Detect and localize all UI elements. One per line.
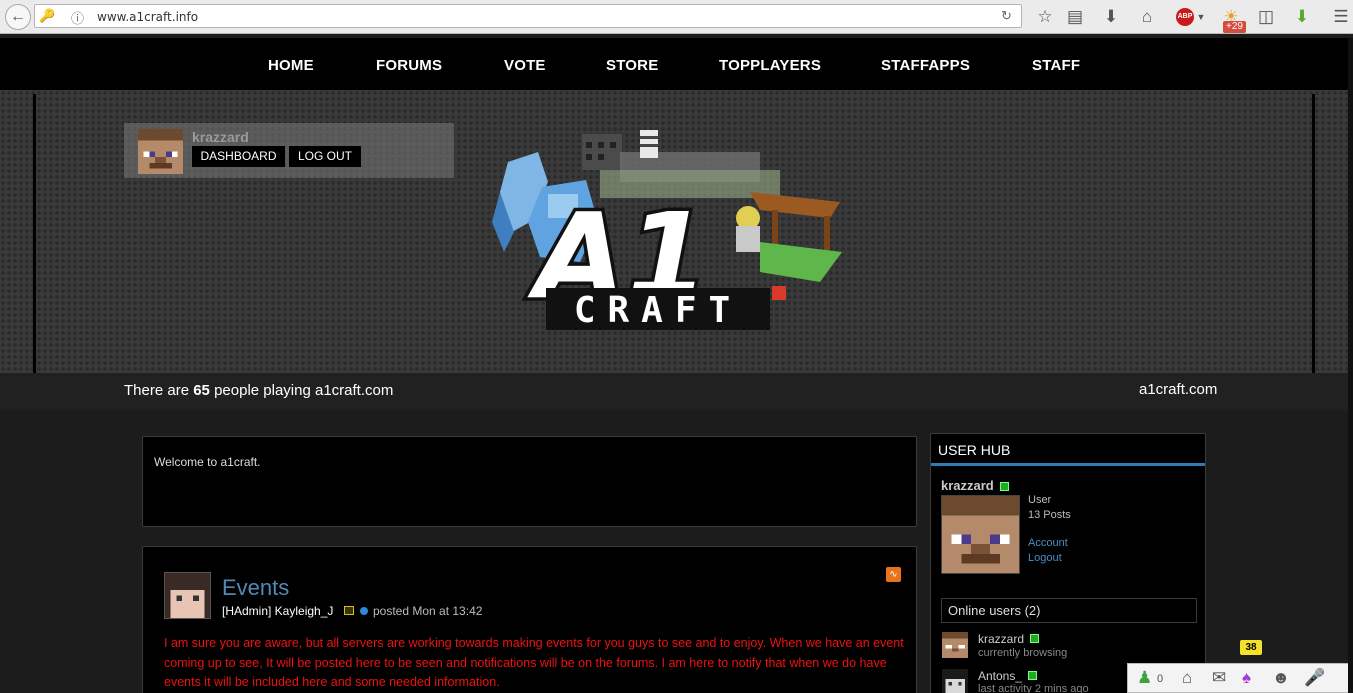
key-icon[interactable]: 🔑: [39, 8, 55, 24]
nav-topplayers[interactable]: TOPPLAYERS: [719, 57, 821, 74]
author-avatar[interactable]: [164, 572, 211, 619]
friends-icon[interactable]: ♟: [1137, 668, 1152, 688]
players-prefix: There are: [124, 382, 190, 399]
back-button[interactable]: ←: [5, 4, 31, 30]
group-icon[interactable]: ☻: [1272, 668, 1290, 688]
online-user-avatar[interactable]: [942, 669, 968, 693]
a1craft-logo: A1 CRAFT: [492, 130, 842, 331]
address-bar[interactable]: 🔑 ⓘ www.a1craft.info ↻: [34, 4, 1022, 28]
user-hub-divider: [931, 463, 1205, 466]
post-author[interactable]: [HAdmin] Kayleigh_J: [222, 604, 333, 618]
post-title[interactable]: Events: [222, 575, 289, 601]
home-icon[interactable]: ⌂: [1136, 6, 1158, 28]
friends-count: 0: [1157, 673, 1164, 685]
post-body: I am sure you are aware, but all servers…: [164, 636, 904, 689]
notification-count-badge: 38: [1240, 640, 1262, 655]
online-status-icon: [1028, 671, 1037, 680]
bookmark-star-icon[interactable]: ☆: [1034, 6, 1056, 28]
bell-icon[interactable]: ♠: [1242, 668, 1251, 688]
players-online-text: There are 65 people playing a1craft.com: [124, 382, 393, 399]
site-nav: HOME FORUMS VOTE STORE TOPPLAYERS STAFFA…: [0, 38, 1353, 90]
url-text[interactable]: www.a1craft.info: [97, 10, 198, 24]
dashboard-button[interactable]: DASHBOARD: [192, 146, 285, 167]
dropdown-arrow-icon[interactable]: ▼: [1190, 6, 1212, 28]
info-icon[interactable]: ⓘ: [71, 8, 84, 27]
page-scrollbar[interactable]: [1348, 38, 1353, 693]
online-status-icon: [1030, 634, 1039, 643]
user-panel-username: krazzard: [192, 129, 249, 145]
reload-icon[interactable]: ↻: [1001, 8, 1012, 24]
reading-list-icon[interactable]: ▤: [1064, 6, 1086, 28]
welcome-panel: [142, 436, 917, 527]
online-user-name[interactable]: Antons_: [978, 669, 1022, 683]
hub-account-link[interactable]: Account: [1028, 537, 1068, 549]
hub-avatar[interactable]: [941, 495, 1020, 574]
user-hub-title: USER HUB: [938, 442, 1011, 458]
hub-logout-link[interactable]: Logout: [1028, 552, 1062, 564]
author-mod-icon: [344, 606, 354, 615]
nav-home[interactable]: HOME: [268, 57, 314, 74]
online-status-icon: [1000, 482, 1009, 491]
rss-icon[interactable]: ∿: [886, 567, 901, 582]
hub-username[interactable]: krazzard: [941, 478, 994, 493]
svg-text:CRAFT: CRAFT: [574, 290, 742, 331]
green-download-icon[interactable]: ⬇: [1291, 6, 1313, 28]
nav-store[interactable]: STORE: [606, 57, 658, 74]
hub-role: User: [1028, 494, 1052, 506]
nav-vote[interactable]: VOTE: [504, 57, 546, 74]
weather-badge: +29: [1223, 21, 1246, 33]
home-icon[interactable]: ⌂: [1182, 668, 1192, 688]
nav-forums[interactable]: FORUMS: [376, 57, 442, 74]
banner-left-border: [33, 94, 36, 373]
author-status-icon: [360, 607, 368, 615]
shield-icon[interactable]: ◫: [1255, 6, 1277, 28]
post-timestamp: posted Mon at 13:42: [373, 604, 483, 618]
online-user-avatar[interactable]: [942, 632, 968, 658]
online-users-title: Online users (2): [948, 603, 1041, 618]
mail-icon[interactable]: ✉: [1212, 668, 1226, 688]
nav-staffapps[interactable]: STAFFAPPS: [881, 57, 970, 74]
server-address[interactable]: a1craft.com: [1139, 381, 1217, 398]
online-user-status: currently browsing: [978, 647, 1068, 659]
browser-toolbar: ← 🔑 ⓘ www.a1craft.info ↻ ☆ ▤ ⬇ ⌂ ABP ▼ ☀…: [0, 0, 1353, 34]
players-count: 65: [193, 382, 210, 399]
nav-staff[interactable]: STAFF: [1032, 57, 1080, 74]
download-icon[interactable]: ⬇: [1100, 6, 1122, 28]
online-user-name[interactable]: krazzard: [978, 632, 1024, 646]
microphone-icon[interactable]: 🎤: [1304, 668, 1325, 688]
online-user-status: last activity 2 mins ago: [978, 683, 1089, 693]
hub-post-count: 13 Posts: [1028, 509, 1071, 521]
players-suffix: people playing a1craft.com: [214, 382, 394, 399]
banner-right-border: [1312, 94, 1315, 373]
welcome-text: Welcome to a1craft.: [154, 455, 261, 469]
logout-button[interactable]: LOG OUT: [289, 146, 361, 167]
user-avatar[interactable]: [138, 129, 183, 174]
menu-icon[interactable]: ☰: [1330, 6, 1352, 28]
